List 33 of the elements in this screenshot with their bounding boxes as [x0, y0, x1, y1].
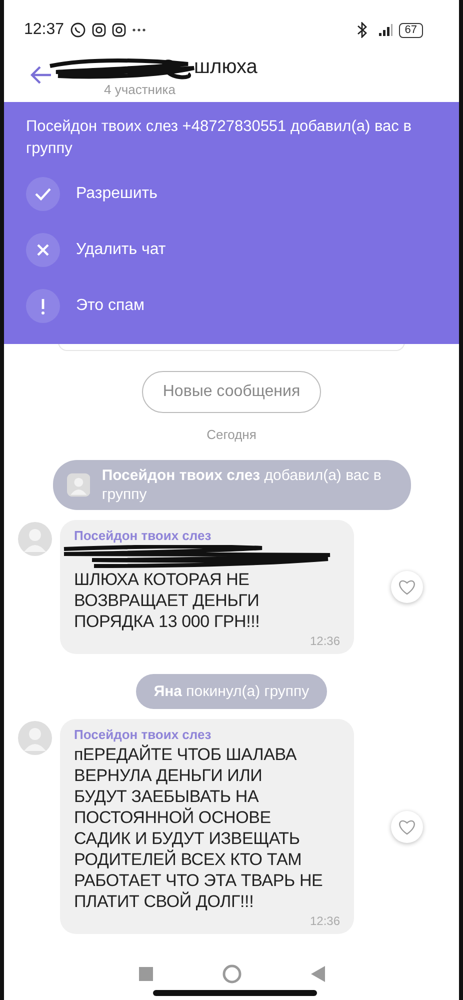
- banner-action[interactable]: Это спам: [76, 297, 145, 315]
- close-icon[interactable]: [26, 233, 60, 267]
- status-time: 12:37: [24, 21, 64, 39]
- camera-icon: [92, 23, 106, 37]
- square-icon[interactable]: [138, 967, 152, 981]
- camera-icon: [112, 23, 126, 37]
- circle-icon[interactable]: [222, 964, 242, 984]
- exclamation-icon[interactable]: [26, 289, 60, 323]
- phone-icon: [70, 22, 86, 38]
- avatar-icon: [66, 472, 90, 498]
- system-message-text: Яна покинул(а) группу: [154, 682, 310, 701]
- invite-text: Посейдон твоих слез +48727830551 добавил(а) вас в группу: [26, 117, 412, 159]
- banner-action[interactable]: Удалить чат: [76, 241, 166, 259]
- battery-indicator: 67: [398, 22, 423, 38]
- new-messages-button[interactable]: Новые сообщения: [142, 371, 322, 413]
- bluetooth-icon: [356, 22, 367, 38]
- sender-name: Посейдон твоих слез: [74, 727, 212, 742]
- message-time: 12:36: [310, 634, 340, 648]
- message-text: ШЛЮХА КОТОРАЯ НЕ ВОЗВРАЩАЕТ ДЕНЬГИ ПОРЯДКА 13 000 ГРН!!!: [74, 569, 261, 632]
- avatar-icon: [18, 522, 52, 556]
- check-icon[interactable]: [26, 177, 60, 211]
- triangle-icon[interactable]: [310, 966, 324, 982]
- message-text: пЕРЕДАЙТЕ ЧТОБ ШАЛАВА ВЕРНУЛА ДЕНЬГИ ИЛИ БУДУТ ЗАЕБЫВАТЬ НА ПОСТОЯННОЙ ОСНОВЕ САДИК И БУДУТ ИЗВЕЩАТЬ РОДИТЕЛЕЙ ВСЕХ КТО ТАМ РАБОТАЕТ ЧТО ЭТА ТВАРЬ НЕ ПЛАТИТ СВОЙ ДОЛГ!!!: [74, 744, 324, 912]
- sender-name: Посейдон твоих слез: [74, 528, 212, 543]
- avatar-icon: [18, 721, 52, 755]
- system-message-text: Посейдон твоих слез добавил(а) вас в группу: [102, 466, 382, 504]
- participant-count: 4 участника: [104, 82, 176, 97]
- message-time: 12:36: [310, 914, 340, 928]
- date-label: Сегодня: [206, 427, 256, 442]
- banner-action[interactable]: Разрешить: [76, 185, 158, 203]
- more-icon: [132, 28, 146, 32]
- back-arrow-icon[interactable]: [30, 66, 52, 84]
- chat-title: шлюха: [194, 56, 258, 79]
